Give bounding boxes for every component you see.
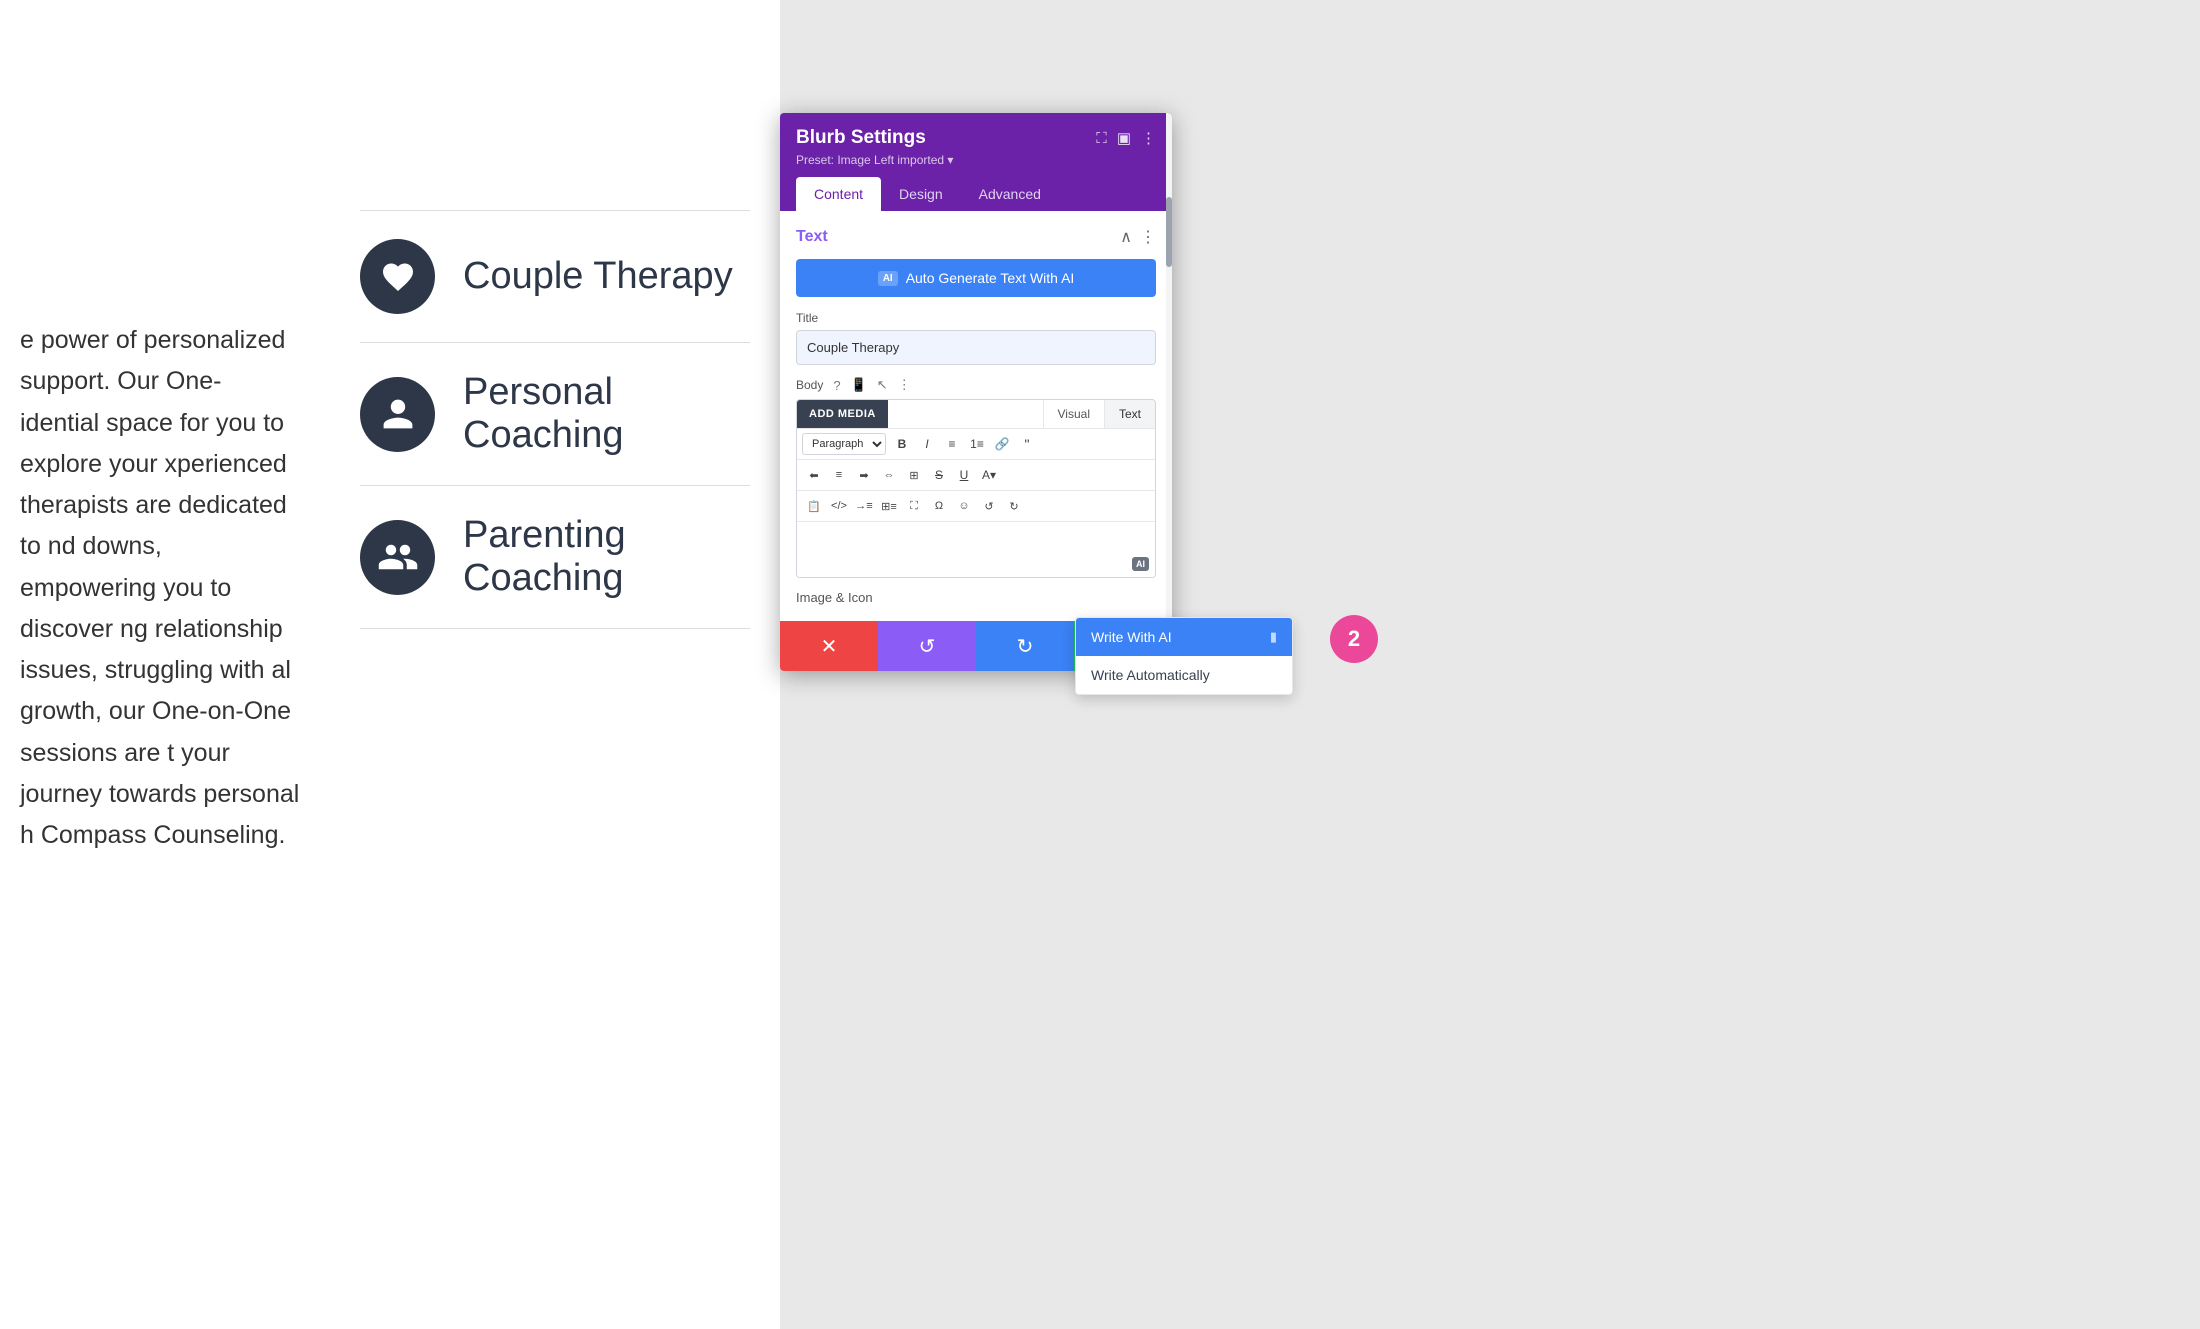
list-item: Couple Therapy — [360, 210, 750, 343]
text-tab[interactable]: Text — [1104, 400, 1155, 428]
expand-icon[interactable]: ⛶ — [1096, 130, 1107, 147]
panel-title: Blurb Settings — [796, 127, 926, 149]
image-icon-section-label: Image & Icon — [796, 590, 1156, 605]
underline-button[interactable]: U — [952, 463, 976, 487]
tab-advanced[interactable]: Advanced — [961, 177, 1059, 211]
visual-tab[interactable]: Visual — [1043, 400, 1104, 428]
panel-body: Text ∧ ⋮ AI Auto Generate Text With AI T… — [780, 211, 1172, 621]
italic-button[interactable]: I — [915, 432, 939, 456]
tab-content[interactable]: Content — [796, 177, 881, 211]
emoji-button[interactable]: ☺ — [952, 494, 976, 518]
left-description: e power of personalized support. Our One… — [0, 300, 320, 876]
title-input[interactable] — [796, 330, 1156, 365]
undo-toolbar-button[interactable]: ↺ — [977, 494, 1001, 518]
cursor-icon[interactable]: ↖ — [877, 377, 888, 393]
badge-circle: 2 — [1330, 615, 1378, 663]
blurb-settings-panel: Blurb Settings ⛶ ▣ ⋮ Preset: Image Left … — [780, 113, 1172, 671]
mobile-icon[interactable]: 📱 — [851, 377, 867, 393]
align-justify-button[interactable]: ⇔ — [877, 463, 901, 487]
text-section-header: Text ∧ ⋮ — [796, 227, 1156, 247]
collapse-icon[interactable]: ∧ — [1120, 227, 1132, 247]
couple-therapy-icon — [360, 239, 435, 314]
redo-toolbar-button[interactable]: ↻ — [1002, 494, 1026, 518]
redo-button[interactable]: ↻ — [976, 621, 1074, 671]
layout-icon[interactable]: ▣ — [1117, 129, 1131, 147]
unordered-list-button[interactable]: ≡ — [940, 432, 964, 456]
bold-button[interactable]: B — [890, 432, 914, 456]
add-media-button[interactable]: ADD MEDIA — [797, 400, 888, 428]
body-label: Body — [796, 378, 823, 392]
align-right-button[interactable]: ➡ — [852, 463, 876, 487]
list-item: Personal Coaching — [360, 343, 750, 486]
special-chars-button[interactable]: Ω — [927, 494, 951, 518]
parenting-coaching-label: Parenting Coaching — [463, 514, 750, 600]
tab-design[interactable]: Design — [881, 177, 961, 211]
link-button[interactable]: 🔗 — [990, 432, 1014, 456]
scrollbar-thumb[interactable] — [1166, 197, 1172, 267]
title-field-label: Title — [796, 311, 1156, 325]
cancel-button[interactable]: ✕ — [780, 621, 878, 671]
ai-inline-badge[interactable]: AI — [1132, 557, 1149, 571]
color-button[interactable]: A▾ — [977, 463, 1001, 487]
couple-therapy-label: Couple Therapy — [463, 255, 733, 298]
ai-generate-button[interactable]: AI Auto Generate Text With AI — [796, 259, 1156, 297]
inline-code-button[interactable]: </> — [827, 494, 851, 518]
write-automatically-option[interactable]: Write Automatically — [1076, 656, 1292, 694]
ai-dropdown-menu: Write With AI ▮ Write Automatically — [1075, 617, 1293, 695]
blockquote-button[interactable]: " — [1015, 432, 1039, 456]
outdent-button[interactable]: ⊞≡ — [877, 494, 901, 518]
panel-preset[interactable]: Preset: Image Left imported ▾ — [796, 153, 1156, 167]
table-button[interactable]: ⊞ — [902, 463, 926, 487]
service-list: Couple Therapy Personal Coaching Parenti… — [360, 210, 750, 629]
text-section-title: Text — [796, 228, 828, 246]
undo-button[interactable]: ↺ — [878, 621, 976, 671]
more-icon[interactable]: ⋮ — [1141, 129, 1156, 147]
paragraph-select[interactable]: Paragraph — [802, 433, 886, 455]
strikethrough-button[interactable]: S — [927, 463, 951, 487]
ai-icon-badge: AI — [878, 271, 898, 286]
ordered-list-button[interactable]: 1≡ — [965, 432, 989, 456]
body-more-icon[interactable]: ⋮ — [898, 377, 911, 393]
align-left-button[interactable]: ⬅ — [802, 463, 826, 487]
fullscreen-button[interactable]: ⛶ — [902, 494, 926, 518]
ai-generate-label: Auto Generate Text With AI — [906, 270, 1075, 286]
panel-scrollbar[interactable] — [1166, 113, 1172, 671]
personal-coaching-label: Personal Coaching — [463, 371, 750, 457]
paste-button[interactable]: 📋 — [802, 494, 826, 518]
editor-container: ADD MEDIA Visual Text Paragraph B I ≡ 1≡… — [796, 399, 1156, 578]
editor-content[interactable]: AI — [797, 522, 1155, 577]
cursor-pointer-indicator: ▮ — [1270, 629, 1277, 645]
align-center-button[interactable]: ≡ — [827, 463, 851, 487]
write-with-ai-option[interactable]: Write With AI ▮ — [1076, 618, 1292, 656]
personal-coaching-icon — [360, 377, 435, 452]
section-more-icon[interactable]: ⋮ — [1140, 227, 1156, 247]
indent-button[interactable]: →≡ — [852, 494, 876, 518]
list-item: Parenting Coaching — [360, 486, 750, 629]
help-icon[interactable]: ? — [833, 378, 840, 393]
panel-header: Blurb Settings ⛶ ▣ ⋮ Preset: Image Left … — [780, 113, 1172, 211]
parenting-coaching-icon — [360, 520, 435, 595]
